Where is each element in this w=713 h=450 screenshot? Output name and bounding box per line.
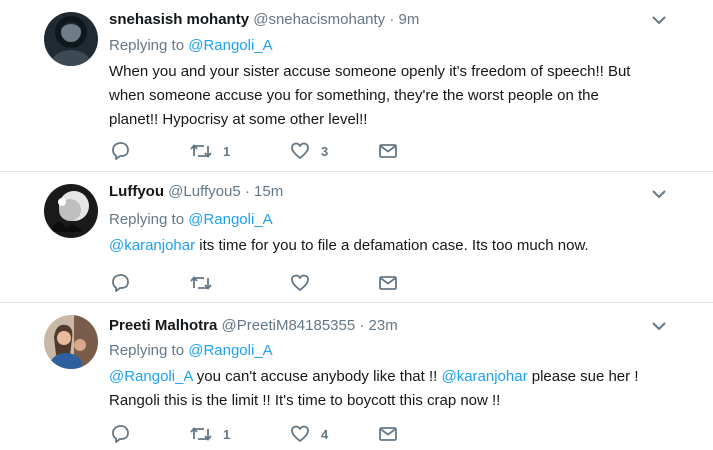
separator-dot: · <box>359 317 365 334</box>
mention-link[interactable]: @karanjohar <box>441 368 527 385</box>
tweet-header: snehasish mohanty @snehacismohanty · 9m <box>109 11 419 28</box>
author-name[interactable]: Luffyou <box>109 183 164 200</box>
like-button[interactable] <box>289 272 321 294</box>
author-name[interactable]: Preeti Malhotra <box>109 317 217 334</box>
direct-message-button[interactable] <box>377 423 399 445</box>
tweet-actions: 1 4 <box>109 423 429 445</box>
tweet-text-line: planet!! Hypocrisy at some other level!! <box>109 111 368 128</box>
avatar[interactable] <box>44 315 98 369</box>
like-button[interactable]: 4 <box>289 423 328 445</box>
direct-message-button[interactable] <box>377 272 399 294</box>
tweet-actions: 1 3 <box>109 140 429 162</box>
tweet-text-line: @Rangoli_A you can't accuse anybody like… <box>109 365 649 389</box>
tweet-text-line: Rangoli this is the limit !! It's time t… <box>109 392 501 409</box>
like-count: 3 <box>321 143 329 159</box>
replying-label: Replying to <box>109 211 185 228</box>
envelope-icon <box>379 427 397 441</box>
replying-mention[interactable]: @Rangoli_A <box>188 37 272 54</box>
tweet-text: @karanjohar its time for you to file a d… <box>109 234 649 258</box>
timestamp[interactable]: 9m <box>399 11 420 28</box>
retweet-button[interactable]: 1 <box>189 140 230 162</box>
mention-link[interactable]: @karanjohar <box>109 237 195 254</box>
tweet-header: Luffyou @Luffyou5 · 15m <box>109 183 283 200</box>
tweet-text-body: please sue her ! <box>527 368 639 385</box>
tweet-luffyou: Luffyou @Luffyou5 · 15m Replying to @Ran… <box>0 172 713 303</box>
tweet-text-body: its time for you to file a defamation ca… <box>195 237 589 254</box>
like-count: 4 <box>321 426 329 442</box>
envelope-icon <box>379 276 397 290</box>
mention-link[interactable]: @Rangoli_A <box>109 368 193 385</box>
heart-icon <box>291 142 309 159</box>
retweet-button[interactable] <box>189 272 223 294</box>
retweet-count: 1 <box>223 143 231 159</box>
timestamp[interactable]: 15m <box>254 183 283 200</box>
envelope-icon <box>379 144 397 158</box>
tweet-text-line: when someone accuse you for something, t… <box>109 87 599 104</box>
tweet-text-line: When you and your sister accuse someone … <box>109 63 631 80</box>
replying-to: Replying to @Rangoli_A <box>109 211 273 228</box>
heart-icon <box>291 425 309 442</box>
reply-icon <box>112 142 129 160</box>
reply-button[interactable] <box>109 423 131 445</box>
separator-dot: · <box>244 183 250 200</box>
replying-mention[interactable]: @Rangoli_A <box>188 211 272 228</box>
author-handle[interactable]: @Luffyou5 <box>168 183 241 200</box>
chevron-down-icon[interactable] <box>650 14 668 26</box>
separator-dot: · <box>389 11 395 28</box>
retweet-button[interactable]: 1 <box>189 423 230 445</box>
like-button[interactable]: 3 <box>289 140 328 162</box>
replying-to: Replying to @Rangoli_A <box>109 342 273 359</box>
tweet-text-body: you can't accuse anybody like that !! <box>192 368 442 385</box>
reply-icon <box>112 425 129 443</box>
reply-button[interactable] <box>109 272 131 294</box>
tweet-actions <box>109 272 429 294</box>
tweet-text-line: @karanjohar its time for you to file a d… <box>109 234 649 258</box>
replying-label: Replying to <box>109 37 185 54</box>
retweet-icon <box>190 276 212 290</box>
replying-mention[interactable]: @Rangoli_A <box>188 342 272 359</box>
tweet-snehasish: snehasish mohanty @snehacismohanty · 9m … <box>0 0 713 172</box>
timestamp[interactable]: 23m <box>369 317 398 334</box>
author-handle[interactable]: @PreetiM84185355 <box>222 317 356 334</box>
retweet-count: 1 <box>223 426 231 442</box>
heart-icon <box>291 274 309 291</box>
tweet-text: When you and your sister accuse someone … <box>109 60 649 132</box>
chevron-down-icon[interactable] <box>650 320 668 332</box>
avatar[interactable] <box>44 184 98 238</box>
tweet-text: @Rangoli_A you can't accuse anybody like… <box>109 365 649 413</box>
reply-icon <box>112 274 129 292</box>
reply-button[interactable] <box>109 140 131 162</box>
chevron-down-icon[interactable] <box>650 188 668 200</box>
tweet-preeti: Preeti Malhotra @PreetiM84185355 · 23m R… <box>0 303 713 450</box>
direct-message-button[interactable] <box>377 140 399 162</box>
replying-label: Replying to <box>109 342 185 359</box>
retweet-icon <box>190 144 212 158</box>
replying-to: Replying to @Rangoli_A <box>109 37 273 54</box>
retweet-icon <box>190 427 212 441</box>
author-name[interactable]: snehasish mohanty <box>109 11 249 28</box>
tweet-header: Preeti Malhotra @PreetiM84185355 · 23m <box>109 317 398 334</box>
avatar[interactable] <box>44 12 98 66</box>
author-handle[interactable]: @snehacismohanty <box>253 11 385 28</box>
